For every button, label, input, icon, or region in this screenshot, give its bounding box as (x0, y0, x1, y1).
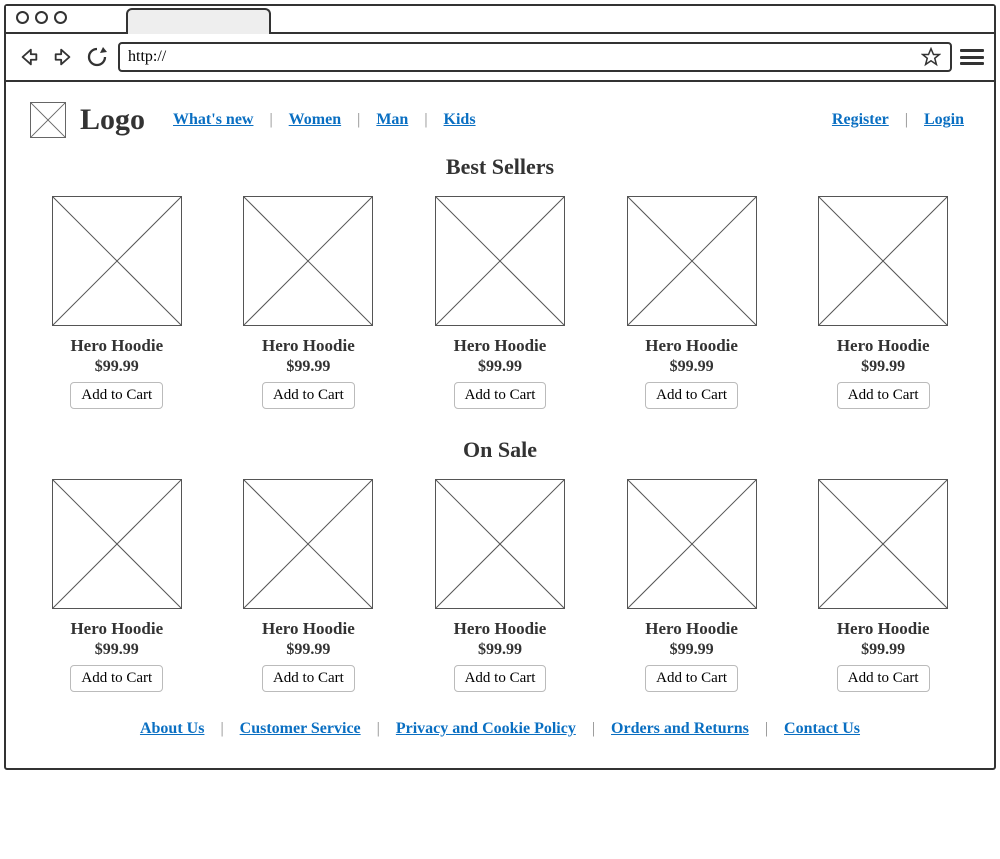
product-card: Hero Hoodie $99.99 Add to Cart (30, 196, 204, 409)
nav-separator: | (265, 111, 276, 129)
product-price: $99.99 (478, 358, 522, 376)
footer-privacy[interactable]: Privacy and Cookie Policy (390, 720, 582, 738)
add-to-cart-button[interactable]: Add to Cart (262, 382, 355, 409)
product-image-placeholder[interactable] (627, 479, 757, 609)
add-to-cart-button[interactable]: Add to Cart (645, 382, 738, 409)
product-image-placeholder[interactable] (818, 479, 948, 609)
product-name: Hero Hoodie (645, 619, 738, 639)
on-sale-heading: On Sale (30, 437, 970, 463)
logo-text: Logo (80, 103, 145, 137)
auth-nav: Register | Login (826, 111, 970, 129)
product-card: Hero Hoodie $99.99 Add to Cart (30, 479, 204, 692)
add-to-cart-button[interactable]: Add to Cart (837, 382, 930, 409)
nav-separator: | (901, 111, 912, 129)
footer-customer-service[interactable]: Customer Service (234, 720, 367, 738)
product-card: Hero Hoodie $99.99 Add to Cart (605, 479, 779, 692)
nav-whats-new[interactable]: What's new (167, 111, 259, 129)
back-button[interactable] (16, 45, 42, 69)
footer-separator: | (373, 720, 384, 738)
titlebar (6, 6, 994, 34)
footer-separator: | (588, 720, 599, 738)
product-card: Hero Hoodie $99.99 Add to Cart (605, 196, 779, 409)
product-image-placeholder[interactable] (243, 196, 373, 326)
product-name: Hero Hoodie (454, 619, 547, 639)
product-name: Hero Hoodie (837, 336, 930, 356)
product-name: Hero Hoodie (837, 619, 930, 639)
product-name: Hero Hoodie (645, 336, 738, 356)
page-content: Logo What's new | Women | Man | Kids Reg… (6, 82, 994, 768)
on-sale-grid: Hero Hoodie $99.99 Add to Cart Hero Hoodie $… (30, 479, 970, 692)
best-sellers-heading: Best Sellers (30, 154, 970, 180)
add-to-cart-button[interactable]: Add to Cart (454, 665, 547, 692)
browser-window: Logo What's new | Women | Man | Kids Reg… (4, 4, 996, 770)
login-link[interactable]: Login (918, 111, 970, 129)
product-image-placeholder[interactable] (627, 196, 757, 326)
product-price: $99.99 (286, 358, 330, 376)
product-card: Hero Hoodie $99.99 Add to Cart (413, 196, 587, 409)
product-price: $99.99 (286, 641, 330, 659)
footer-separator: | (216, 720, 227, 738)
product-card: Hero Hoodie $99.99 Add to Cart (222, 196, 396, 409)
browser-tab[interactable] (126, 8, 271, 34)
bookmark-star-icon[interactable] (920, 46, 942, 68)
footer-about-us[interactable]: About Us (134, 720, 210, 738)
product-image-placeholder[interactable] (52, 196, 182, 326)
maximize-window-icon[interactable] (54, 11, 67, 24)
product-price: $99.99 (478, 641, 522, 659)
product-name: Hero Hoodie (262, 336, 355, 356)
nav-separator: | (353, 111, 364, 129)
forward-button[interactable] (50, 45, 76, 69)
minimize-window-icon[interactable] (35, 11, 48, 24)
product-name: Hero Hoodie (70, 619, 163, 639)
product-name: Hero Hoodie (262, 619, 355, 639)
footer-orders-returns[interactable]: Orders and Returns (605, 720, 755, 738)
site-header: Logo What's new | Women | Man | Kids Reg… (30, 102, 970, 138)
menu-icon[interactable] (960, 47, 984, 67)
product-name: Hero Hoodie (70, 336, 163, 356)
product-price: $99.99 (95, 641, 139, 659)
nav-kids[interactable]: Kids (438, 111, 482, 129)
best-sellers-grid: Hero Hoodie $99.99 Add to Cart Hero Hoodie $… (30, 196, 970, 409)
window-controls (16, 11, 67, 24)
footer-nav: About Us | Customer Service | Privacy an… (30, 720, 970, 738)
product-name: Hero Hoodie (454, 336, 547, 356)
product-card: Hero Hoodie $99.99 Add to Cart (413, 479, 587, 692)
product-card: Hero Hoodie $99.99 Add to Cart (796, 196, 970, 409)
reload-button[interactable] (84, 45, 110, 69)
main-nav: What's new | Women | Man | Kids (167, 111, 482, 129)
logo-image-placeholder (30, 102, 66, 138)
product-image-placeholder[interactable] (52, 479, 182, 609)
product-image-placeholder[interactable] (435, 196, 565, 326)
product-image-placeholder[interactable] (818, 196, 948, 326)
nav-separator: | (420, 111, 431, 129)
product-image-placeholder[interactable] (243, 479, 373, 609)
register-link[interactable]: Register (826, 111, 895, 129)
product-price: $99.99 (861, 358, 905, 376)
product-price: $99.99 (670, 358, 714, 376)
address-input[interactable] (128, 48, 920, 66)
nav-man[interactable]: Man (370, 111, 414, 129)
product-price: $99.99 (95, 358, 139, 376)
footer-separator: | (761, 720, 772, 738)
add-to-cart-button[interactable]: Add to Cart (645, 665, 738, 692)
product-image-placeholder[interactable] (435, 479, 565, 609)
add-to-cart-button[interactable]: Add to Cart (70, 665, 163, 692)
add-to-cart-button[interactable]: Add to Cart (454, 382, 547, 409)
add-to-cart-button[interactable]: Add to Cart (262, 665, 355, 692)
nav-women[interactable]: Women (283, 111, 347, 129)
product-card: Hero Hoodie $99.99 Add to Cart (796, 479, 970, 692)
footer-contact-us[interactable]: Contact Us (778, 720, 866, 738)
product-card: Hero Hoodie $99.99 Add to Cart (222, 479, 396, 692)
address-bar[interactable] (118, 42, 952, 72)
product-price: $99.99 (861, 641, 905, 659)
close-window-icon[interactable] (16, 11, 29, 24)
product-price: $99.99 (670, 641, 714, 659)
add-to-cart-button[interactable]: Add to Cart (837, 665, 930, 692)
browser-toolbar (6, 34, 994, 82)
add-to-cart-button[interactable]: Add to Cart (70, 382, 163, 409)
